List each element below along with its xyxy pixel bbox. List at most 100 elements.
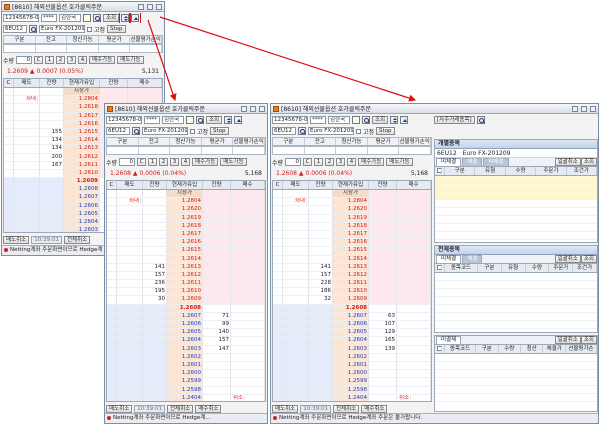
qty-4-button[interactable]: 4 <box>347 158 357 166</box>
cancel-all-button[interactable]: 전체취소 <box>63 235 91 244</box>
select-all-checkbox[interactable] <box>437 168 442 173</box>
search-icon[interactable] <box>362 116 370 124</box>
qty-clear-button[interactable]: C <box>137 158 147 166</box>
unfilled-grid[interactable] <box>435 176 597 240</box>
qty-3-button[interactable]: 3 <box>67 56 77 64</box>
bid-price-row[interactable]: 1.2600 <box>107 370 265 379</box>
ask-price-row[interactable]: 236 1.2611 <box>107 280 265 289</box>
bid-price-row[interactable]: 1.2599 <box>107 378 265 387</box>
stop-button[interactable]: Stop <box>376 127 395 135</box>
fix-checkbox[interactable] <box>190 128 195 134</box>
sell-possible-button[interactable]: 매도가능 <box>386 158 413 166</box>
qty-2-button[interactable]: 2 <box>159 158 169 166</box>
account-select[interactable]: 12345678-08 <box>272 116 308 124</box>
bid-price-row[interactable]: 1.2404 취소 <box>107 394 265 401</box>
account-select[interactable]: 12345678-08 <box>106 116 142 124</box>
grid-row[interactable] <box>435 184 597 192</box>
qty-3-button[interactable]: 3 <box>336 158 346 166</box>
grid-row[interactable] <box>435 297 597 305</box>
grid-row[interactable] <box>435 386 597 394</box>
password-field[interactable]: **** <box>144 116 160 124</box>
buy-possible-button[interactable]: 매수가능 <box>358 158 385 166</box>
current-price-row[interactable]: 1.2608 <box>107 304 265 313</box>
qty-input[interactable]: 0 <box>16 56 33 64</box>
account-info-icon[interactable] <box>186 116 194 124</box>
bid-price-row[interactable]: 1.2599 <box>273 378 431 387</box>
help-icon[interactable] <box>138 3 144 10</box>
expand-right-icon[interactable] <box>129 13 142 23</box>
help-icon[interactable] <box>241 105 247 112</box>
bid-price-row[interactable]: 1.2607 71 <box>107 312 265 321</box>
all-unfilled-grid[interactable] <box>435 273 597 329</box>
minimize-icon[interactable] <box>147 3 153 10</box>
ask-price-row[interactable]: 1.2619 <box>107 214 265 223</box>
ask-price-row[interactable]: 1.2616 <box>107 239 265 248</box>
mass-cancel-button[interactable]: 일괄취소 <box>554 158 581 166</box>
all-lookup-button[interactable]: 조회 <box>580 255 597 263</box>
qty-1-button[interactable]: 1 <box>148 158 158 166</box>
grid-row[interactable] <box>435 362 597 370</box>
bid-price-row[interactable]: 1.2602 <box>273 353 431 362</box>
ask-price-row[interactable]: 30 1.2609 <box>107 296 265 305</box>
qty-1-button[interactable]: 1 <box>314 158 324 166</box>
grid-row[interactable] <box>435 378 597 386</box>
password-field[interactable]: **** <box>41 14 57 22</box>
ask-price-row[interactable]: 최대 1.2804 <box>273 198 431 207</box>
qty-2-button[interactable]: 2 <box>56 56 66 64</box>
fix-checkbox[interactable] <box>87 26 92 32</box>
symbol-input[interactable]: 6EU12 <box>3 25 27 33</box>
minimize-icon[interactable] <box>250 105 256 112</box>
grid-row[interactable] <box>435 281 597 289</box>
ask-price-row[interactable]: 1.2614 <box>107 255 265 264</box>
account-select[interactable]: 12345678-08 <box>3 14 39 22</box>
ask-price-row[interactable]: 1.2616 <box>273 239 431 248</box>
bid-price-row[interactable]: 1.2598 <box>107 386 265 395</box>
bid-price-row[interactable]: 1.2605 140 <box>107 329 265 338</box>
grid-row[interactable] <box>435 176 597 184</box>
cancel-all-button[interactable]: 전체취소 <box>166 404 194 413</box>
grid-row[interactable] <box>435 394 597 402</box>
grid-row[interactable] <box>435 273 597 281</box>
buy-cancel-button[interactable]: 매수취소 <box>195 404 222 413</box>
bid-price-row[interactable]: 1.2601 <box>107 361 265 371</box>
bid-price-row[interactable]: 1.2603 147 <box>107 345 265 354</box>
help-icon[interactable] <box>572 105 578 112</box>
ask-price-row[interactable]: 1.2617 <box>107 230 265 240</box>
tab-filled[interactable]: 체결 <box>462 158 483 166</box>
grid-row[interactable] <box>435 305 597 313</box>
ask-price-row[interactable]: 1.2618 <box>273 222 431 231</box>
grid-row[interactable] <box>435 208 597 216</box>
qty-input[interactable]: 0 <box>285 158 302 166</box>
ask-price-row[interactable]: 186 1.2610 <box>273 288 431 297</box>
expand-toggle-icon[interactable] <box>390 116 399 124</box>
bid-price-row[interactable]: 1.2605 129 <box>273 329 431 338</box>
grid-row[interactable] <box>435 192 597 200</box>
buy-possible-button[interactable]: 매수가능 <box>89 56 116 64</box>
bid-price-row[interactable]: 1.2601 <box>273 361 431 371</box>
tab-all-unfilled[interactable]: 미체결 <box>436 255 462 263</box>
expand-right-icon[interactable] <box>234 116 243 124</box>
cancel-all-button[interactable]: 전체취소 <box>332 404 360 413</box>
bid-price-row[interactable]: 1.2604 165 <box>273 337 431 346</box>
bid-price-row[interactable]: 1.2604 157 <box>107 337 265 346</box>
bid-price-row[interactable]: 1.2602 <box>107 353 265 362</box>
sell-cancel-button[interactable]: 매도취소 <box>3 235 30 244</box>
bid-price-row[interactable]: 1.2607 63 <box>273 312 431 321</box>
bid-price-row[interactable]: 1.2606 99 <box>107 321 265 330</box>
stop-button[interactable]: Stop <box>107 25 126 33</box>
tab-unfilled-2[interactable]: 미체결 <box>483 158 509 166</box>
ask-price-row[interactable]: 141 1.2613 <box>273 263 431 272</box>
ask-price-row[interactable]: 1.2615 <box>107 247 265 256</box>
bid-price-row[interactable]: 1.2598 <box>273 386 431 395</box>
grid-row[interactable] <box>435 232 597 240</box>
positions-select-checkbox[interactable] <box>437 346 442 351</box>
grid-row[interactable] <box>435 289 597 297</box>
positions-mass-cancel-button[interactable]: 일괄취소 <box>554 336 581 344</box>
bid-price-row[interactable]: 1.2600 <box>273 370 431 379</box>
all-select-checkbox[interactable] <box>437 265 442 270</box>
grid-row[interactable] <box>435 370 597 378</box>
qty-clear-button[interactable]: C <box>34 56 44 64</box>
stop-button[interactable]: Stop <box>210 127 229 135</box>
sell-possible-button[interactable]: 매도가능 <box>220 158 247 166</box>
symbol-search-icon[interactable] <box>132 127 140 135</box>
